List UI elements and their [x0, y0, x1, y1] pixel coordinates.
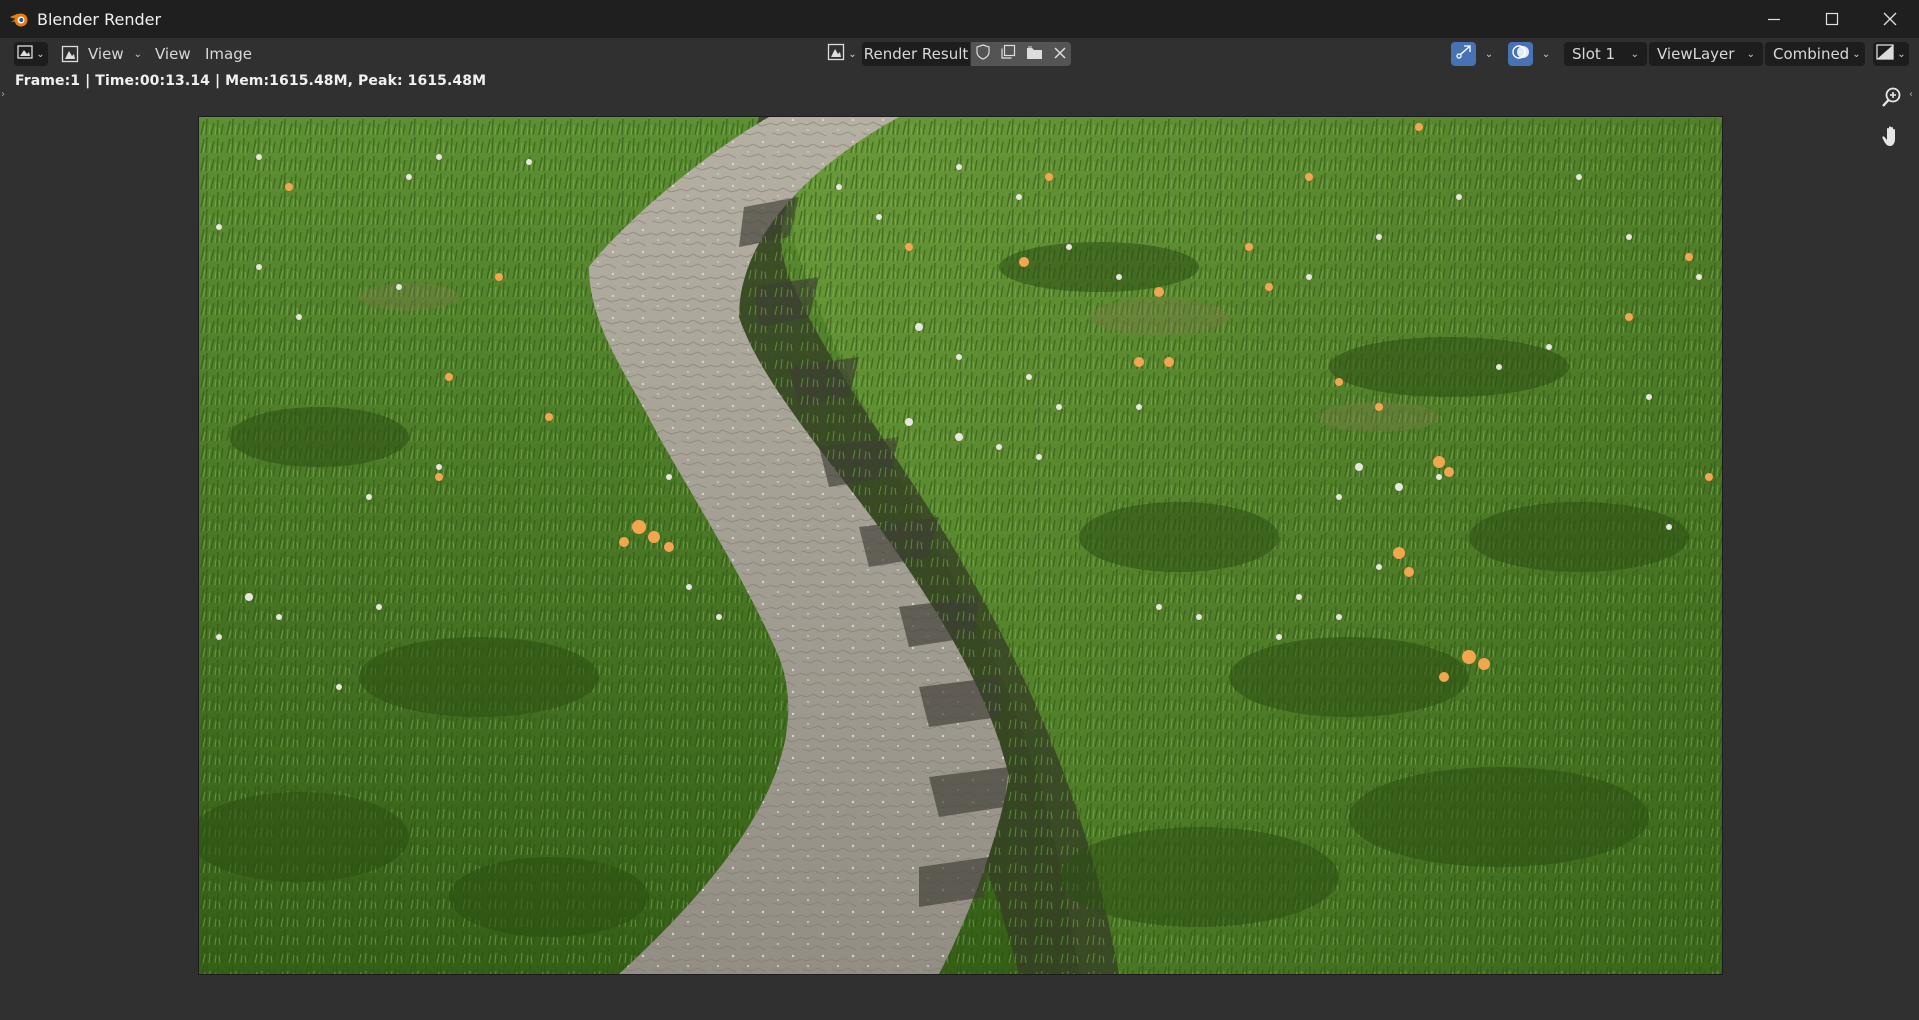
image-name-field[interactable]: Render Result	[862, 42, 970, 66]
close-icon[interactable]	[1861, 0, 1919, 38]
chevron-down-icon: ⌄	[1746, 48, 1755, 60]
pan-hand-icon[interactable]	[1876, 120, 1908, 152]
view-layer-dropdown[interactable]: ViewLayer ⌄	[1649, 42, 1763, 66]
menu-view[interactable]: View	[155, 42, 191, 66]
image-browse-icon	[827, 43, 845, 65]
chevron-down-icon: ⌄	[848, 48, 857, 60]
title-bar: Blender Render	[0, 0, 1919, 38]
render-pass-label: Combined	[1773, 45, 1850, 63]
image-editor-icon	[17, 45, 33, 63]
chevron-down-icon: ⌄	[133, 48, 142, 60]
sample-tool-icon	[1455, 43, 1473, 65]
close-icon[interactable]	[1054, 45, 1066, 63]
render-status-text: Frame:1 | Time:00:13.14 | Mem:1615.48M, …	[15, 73, 487, 89]
image-mode-icon	[61, 45, 79, 63]
chevron-down-icon: ⌄	[1484, 48, 1494, 60]
blender-logo-icon	[9, 8, 31, 30]
editor-type-button[interactable]: ⌄	[14, 42, 48, 66]
view-mode-dropdown[interactable]: View ⌄	[58, 42, 142, 66]
overlays-dropdown[interactable]: ⌄	[1535, 42, 1557, 66]
fake-user-shield-icon[interactable]	[976, 44, 990, 64]
sample-tool-dropdown[interactable]: ⌄	[1478, 42, 1500, 66]
overlays-toggle[interactable]	[1508, 42, 1533, 66]
view-layer-label: ViewLayer	[1657, 45, 1735, 63]
browse-image-button[interactable]: ⌄	[824, 42, 860, 66]
render-pass-dropdown[interactable]: Combined ⌄	[1765, 42, 1865, 66]
maximize-icon[interactable]	[1803, 0, 1861, 38]
image-editor-header: ⌄ View ⌄ View Image ⌄ Render Result ⌄ ⌄ …	[0, 38, 1919, 69]
window-title: Blender Render	[37, 9, 162, 29]
chevron-down-icon: ⌄	[1630, 48, 1639, 60]
chevron-down-icon: ⌄	[1852, 48, 1861, 60]
slot-label: Slot 1	[1572, 45, 1616, 63]
toolbar-expand-arrow-icon[interactable]: ›	[1, 89, 5, 100]
view-mode-label: View	[88, 45, 124, 63]
chevron-down-icon: ⌄	[36, 48, 45, 60]
menu-image[interactable]: Image	[205, 42, 252, 66]
chevron-down-icon: ⌄	[1897, 48, 1906, 60]
image-datablock-buttons	[971, 42, 1071, 66]
sidebar-expand-arrow-icon[interactable]: ‹	[1909, 89, 1913, 100]
sample-tool-toggle[interactable]	[1451, 42, 1476, 66]
duplicate-image-icon[interactable]	[1000, 44, 1016, 64]
display-channels-icon	[1876, 44, 1894, 64]
chevron-down-icon: ⌄	[1541, 48, 1551, 60]
overlays-icon	[1511, 43, 1530, 65]
minimize-icon[interactable]	[1745, 0, 1803, 38]
open-image-folder-icon[interactable]	[1026, 45, 1044, 64]
zoom-icon[interactable]	[1876, 81, 1908, 113]
display-channels-dropdown[interactable]: ⌄	[1873, 42, 1909, 66]
image-name: Render Result	[863, 45, 969, 63]
render-result-image[interactable]	[198, 116, 1723, 975]
slot-dropdown[interactable]: Slot 1 ⌄	[1564, 42, 1647, 66]
